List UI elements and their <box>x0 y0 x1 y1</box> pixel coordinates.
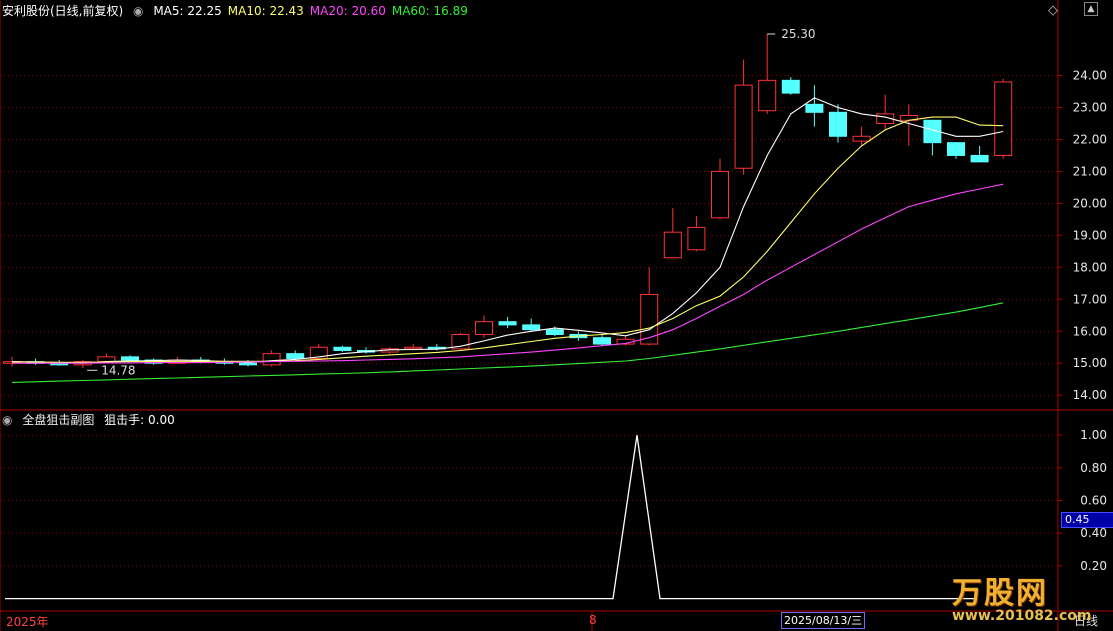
ma-legend-item: MA10: 22.43 <box>227 4 304 18</box>
sub-header: ◉ 全盘狙击副图 狙击手: 0.00 <box>2 411 181 429</box>
ma-legend: MA5: 22.25 MA10: 22.43 MA20: 20.60 MA60: 16… <box>153 4 474 18</box>
candle-up <box>734 84 753 169</box>
chevron-up-icon[interactable]: ▲ <box>1084 2 1098 16</box>
candle-down <box>781 79 800 94</box>
sniper-line <box>5 435 975 600</box>
corner-icons: ◇ ▲ <box>1048 2 1098 18</box>
ma-legend-item: MA60: 16.89 <box>391 4 468 18</box>
ma-line-ma20 <box>12 183 1004 364</box>
candle-up <box>758 79 777 112</box>
y-tick-label: 18.00 <box>1073 260 1107 274</box>
sub-y-tick-label: 1.00 <box>1080 428 1107 442</box>
candle-down <box>498 321 517 326</box>
candle-down <box>970 154 989 163</box>
y-tick-label: 17.00 <box>1073 292 1107 306</box>
sub-settings-icon[interactable]: ◉ <box>2 413 12 427</box>
axes <box>0 0 1113 631</box>
candle-up <box>475 321 493 335</box>
candle-up <box>640 294 659 345</box>
chart-title: 安利股份(日线,前复权) <box>2 4 124 18</box>
sub-indicator: 狙击手: 0.00 <box>104 413 175 427</box>
month-label: 8 <box>589 613 597 627</box>
brand-logo: 万股网 www.201082.com <box>952 568 1092 624</box>
y-tick-label: 22.00 <box>1073 132 1107 146</box>
diamond-icon[interactable]: ◇ <box>1048 3 1058 18</box>
stock-chart[interactable]: 25.30 14.78 14.00 15.00 16.00 17.00 18.00 19.0… <box>0 0 1113 631</box>
y-axis-labels: 14.00 15.00 16.00 17.00 18.00 19.00 20.00 21.00… <box>1073 69 1107 573</box>
candle-up <box>711 170 729 219</box>
candle-down <box>829 111 847 137</box>
sub-y-tick-label: 0.40 <box>1080 526 1107 540</box>
candle-up <box>994 81 1013 156</box>
y-tick-label: 14.00 <box>1073 388 1107 402</box>
sub-title: 全盘狙击副图 <box>22 413 95 427</box>
grid <box>0 75 1058 567</box>
candle-down <box>947 142 965 156</box>
candle-down <box>286 353 305 359</box>
y-tick-label: 19.00 <box>1073 228 1107 242</box>
y-tick-label: 20.00 <box>1073 196 1107 210</box>
sub-y-tick-label: 0.80 <box>1080 461 1107 475</box>
y-tick-label: 16.00 <box>1073 324 1107 338</box>
settings-icon[interactable]: ◉ <box>133 4 143 18</box>
ma-legend-item: MA5: 22.25 <box>153 4 222 18</box>
high-label: 25.30 <box>781 27 815 41</box>
low-label: 14.78 <box>101 363 135 377</box>
candle-up <box>687 226 706 251</box>
candle-down <box>239 362 257 366</box>
main-header: 安利股份(日线,前复权) ◉ MA5: 22.25 MA10: 22.43 MA20… <box>2 2 480 20</box>
annotations: 25.30 14.78 <box>87 27 816 377</box>
y-tick-label: 15.00 <box>1073 356 1107 370</box>
candle-down <box>593 337 611 345</box>
y-tick-label: 21.00 <box>1073 164 1107 178</box>
sub-y-tick-label: 0.60 <box>1080 493 1107 507</box>
brand-url: www.201082.com <box>952 608 1092 624</box>
candle-down <box>522 324 541 331</box>
ma-line-ma60 <box>11 302 1004 383</box>
candle-up <box>404 346 423 350</box>
brand-title: 万股网 <box>952 576 1048 611</box>
candles <box>3 33 1013 369</box>
candle-down <box>805 103 824 113</box>
candle-down <box>333 346 352 351</box>
candle-up <box>262 353 281 366</box>
y-tick-label: 24.00 <box>1073 69 1107 83</box>
candle-up <box>663 231 682 259</box>
year-label: 2025年 <box>6 615 49 629</box>
candle-up <box>852 135 871 142</box>
sub-chart <box>5 435 975 600</box>
time-axis: 2025年 8 <box>0 612 1058 631</box>
candle-down <box>545 329 564 335</box>
date-cursor: 2025/08/13/三 <box>781 612 866 629</box>
ma-legend-item: MA20: 20.60 <box>309 4 386 18</box>
candle-down <box>121 356 139 361</box>
y-tick-label: 23.00 <box>1073 101 1107 115</box>
crosshair-value: 0.45 <box>1061 512 1113 528</box>
